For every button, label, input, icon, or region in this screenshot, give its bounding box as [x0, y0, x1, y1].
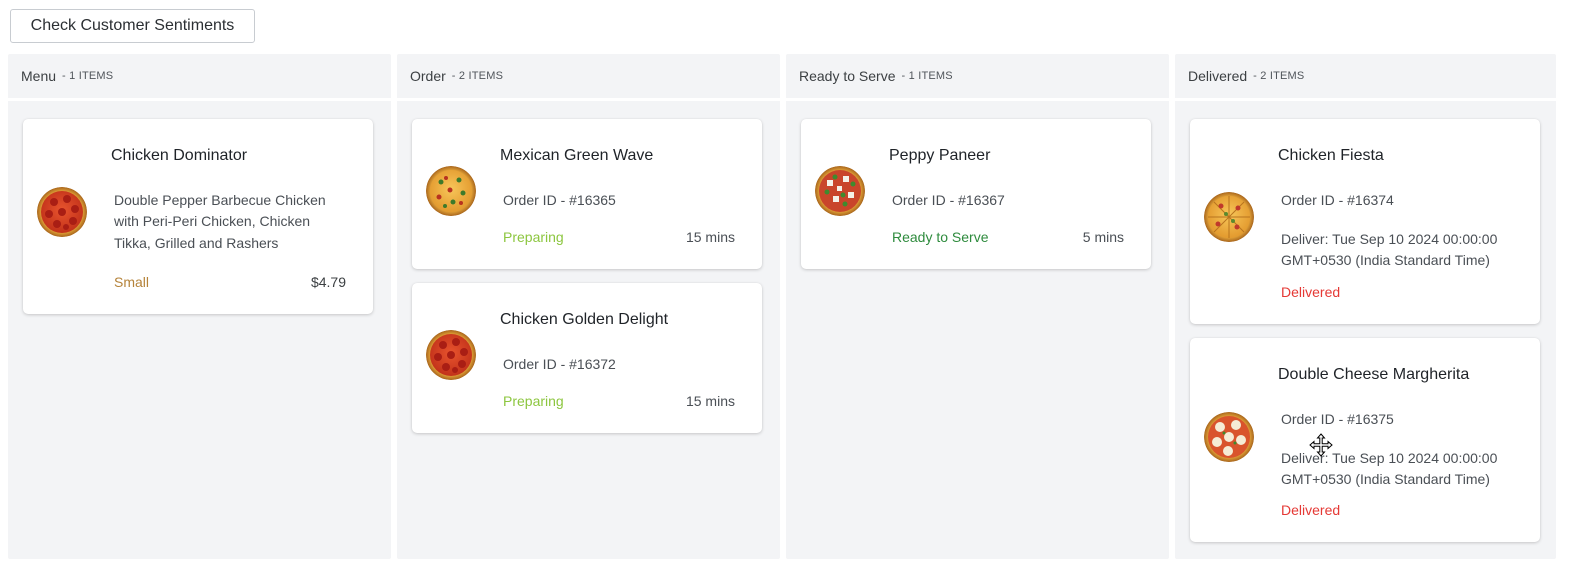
order-column: Order - 2 ITEMS Mexican Green Wave Order…	[397, 54, 780, 559]
ready-card-peppy-paneer[interactable]: Peppy Paneer Order ID - #16367 Ready to …	[801, 119, 1151, 269]
deliver-date-line-2: GMT+0530 (India Standard Time)	[1281, 471, 1490, 487]
item-name: Chicken Dominator	[111, 147, 248, 164]
column-item-count: - 1 ITEMS	[62, 70, 114, 82]
delivered-card-double-cheese-margherita[interactable]: Double Cheese Margherita Order ID - #163…	[1190, 338, 1540, 542]
item-name: Peppy Paneer	[889, 147, 991, 164]
order-card-mexican-green-wave[interactable]: Mexican Green Wave Order ID - #16365 Pre…	[412, 119, 762, 269]
veggie-pizza-icon	[426, 166, 476, 216]
move-cursor-icon	[1309, 433, 1333, 457]
sliced-pizza-icon	[1204, 192, 1254, 242]
order-id: Order ID - #16367	[892, 192, 1005, 208]
pepperoni-pizza-icon	[37, 187, 87, 237]
order-id: Order ID - #16375	[1281, 411, 1394, 427]
column-item-count: - 2 ITEMS	[1253, 70, 1305, 82]
deliver-date-line-2: GMT+0530 (India Standard Time)	[1281, 252, 1490, 268]
ready-to-serve-column-header: Ready to Serve - 1 ITEMS	[786, 54, 1169, 101]
deliver-date-line-1: Deliver: Tue Sep 10 2024 00:00:00	[1281, 231, 1498, 247]
status-label: Delivered	[1281, 284, 1341, 300]
status-label: Ready to Serve	[892, 229, 989, 245]
column-title: Menu	[21, 68, 57, 84]
prep-time: 5 mins	[1082, 229, 1124, 245]
item-name: Double Cheese Margherita	[1278, 366, 1470, 383]
paneer-pizza-icon	[815, 166, 865, 216]
menu-column: Menu - 1 ITEMS Chicken Dominator Double …	[8, 54, 391, 559]
item-name: Mexican Green Wave	[500, 147, 654, 164]
prep-time: 15 mins	[685, 229, 735, 245]
prep-time: 15 mins	[685, 393, 735, 409]
item-description-line-1: Double Pepper Barbecue Chicken	[114, 192, 326, 208]
menu-column-header: Menu - 1 ITEMS	[8, 54, 391, 101]
status-label: Delivered	[1281, 502, 1341, 518]
ready-to-serve-column: Ready to Serve - 1 ITEMS Peppy Paneer Or…	[786, 54, 1169, 559]
item-description-line-3: Tikka, Grilled and Rashers	[114, 235, 279, 251]
item-size: Small	[114, 274, 150, 290]
item-description-line-2: with Peri-Peri Chicken, Chicken	[114, 213, 311, 229]
order-id: Order ID - #16365	[503, 192, 616, 208]
column-title: Order	[410, 68, 446, 84]
delivered-column: Delivered - 2 ITEMS Chicken Fiesta Order…	[1175, 54, 1556, 559]
column-title: Ready to Serve	[799, 68, 896, 84]
item-name: Chicken Fiesta	[1278, 147, 1384, 164]
check-customer-sentiments-button[interactable]: Check Customer Sentiments	[10, 9, 255, 43]
margherita-pizza-icon	[1204, 412, 1254, 462]
pepperoni-pizza-icon	[426, 330, 476, 380]
order-card-chicken-golden-delight[interactable]: Chicken Golden Delight Order ID - #16372…	[412, 283, 762, 433]
column-title: Delivered	[1188, 68, 1248, 84]
item-price: $4.79	[310, 274, 346, 290]
delivered-column-header: Delivered - 2 ITEMS	[1175, 54, 1556, 101]
column-item-count: - 2 ITEMS	[451, 70, 504, 82]
status-label: Preparing	[503, 229, 564, 245]
delivered-card-chicken-fiesta[interactable]: Chicken Fiesta Order ID - #16374 Deliver…	[1190, 119, 1540, 324]
column-item-count: - 1 ITEMS	[901, 70, 953, 82]
order-id: Order ID - #16372	[503, 356, 616, 372]
menu-card-chicken-dominator[interactable]: Chicken Dominator Double Pepper Barbecue…	[23, 119, 373, 314]
order-id: Order ID - #16374	[1281, 192, 1394, 208]
status-label: Preparing	[503, 393, 564, 409]
order-column-header: Order - 2 ITEMS	[397, 54, 780, 101]
item-name: Chicken Golden Delight	[500, 311, 669, 328]
